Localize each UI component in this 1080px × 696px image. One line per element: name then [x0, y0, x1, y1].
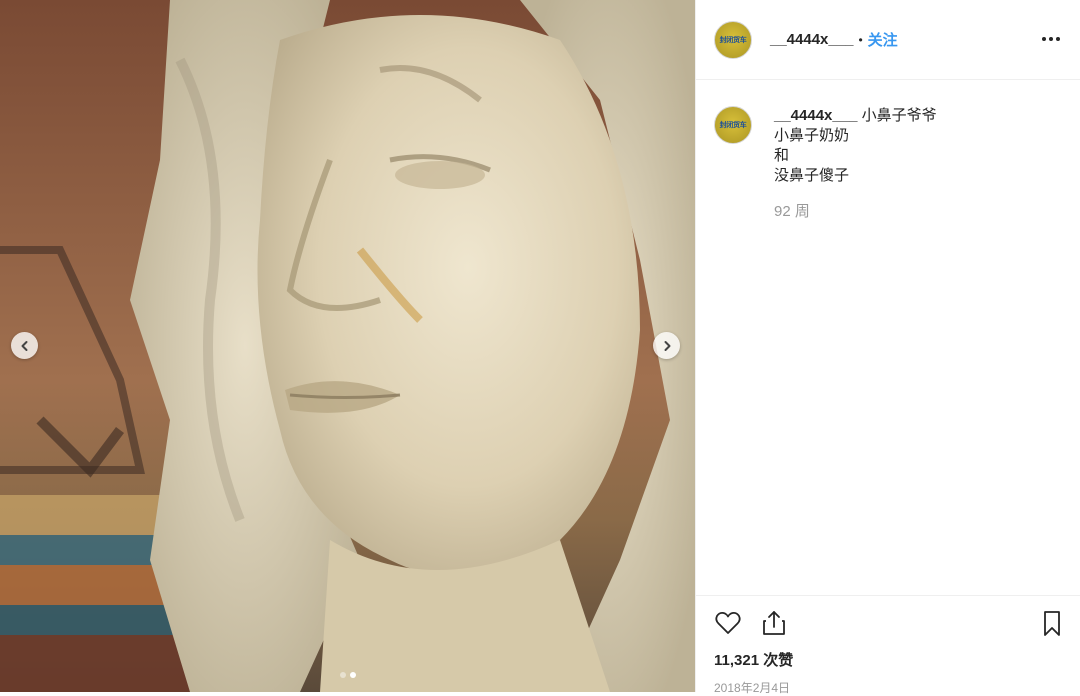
follow-button[interactable]: 关注 — [868, 29, 898, 50]
author-username[interactable]: __4444x___ — [770, 31, 853, 48]
caption-line-4: 没鼻子傻子 — [774, 167, 850, 184]
sculpture-image — [0, 0, 695, 692]
chevron-left-icon — [21, 340, 27, 351]
likes-count[interactable]: 11,321 次赞 — [696, 649, 1080, 670]
share-button[interactable] — [759, 608, 789, 638]
caption-avatar-text: 封闭货车 — [719, 121, 747, 129]
carousel-indicator — [0, 672, 695, 678]
separator-dot: • — [858, 32, 863, 47]
post-photo[interactable] — [0, 0, 695, 692]
caption-comment: 封闭货车 __4444x___ 小鼻子爷爷 小鼻子奶奶 和 没鼻子傻子 92 周 — [714, 106, 1062, 222]
caption-time[interactable]: 92 周 — [774, 202, 937, 222]
post-header: 封闭货车 __4444x___ • 关注 — [696, 0, 1080, 80]
carousel-dot — [339, 672, 346, 678]
comments-section: 封闭货车 __4444x___ 小鼻子爷爷 小鼻子奶奶 和 没鼻子傻子 92 周 — [696, 80, 1080, 222]
chevron-right-icon — [664, 340, 670, 351]
post-side-panel: 封闭货车 __4444x___ • 关注 封闭货车 __4444x___ 小鼻子… — [695, 0, 1080, 695]
caption-line-1: 小鼻子爷爷 — [861, 107, 937, 124]
carousel-next-button[interactable] — [653, 332, 680, 359]
caption-username[interactable]: __4444x___ — [774, 107, 857, 124]
like-button[interactable] — [713, 608, 743, 638]
bookmark-icon — [1044, 611, 1060, 636]
caption-body: __4444x___ 小鼻子爷爷 小鼻子奶奶 和 没鼻子傻子 92 周 — [774, 106, 937, 222]
carousel-dot — [349, 672, 356, 678]
post-date[interactable]: 2018年2月4日 — [696, 679, 1080, 696]
actions-area: 11,321 次赞 2018年2月4日 — [696, 595, 1080, 695]
heart-icon — [715, 612, 741, 634]
avatar-text: 封闭货车 — [719, 35, 747, 44]
caption-avatar[interactable]: 封闭货车 — [714, 106, 752, 144]
action-icons-row — [696, 596, 1080, 646]
caption-line-2: 小鼻子奶奶 — [774, 127, 850, 144]
avatar[interactable]: 封闭货车 — [714, 20, 752, 59]
share-icon — [763, 611, 785, 635]
more-options-button[interactable] — [1040, 28, 1062, 50]
save-button[interactable] — [1037, 608, 1067, 638]
carousel-prev-button[interactable] — [11, 332, 38, 359]
caption-line-3: 和 — [774, 147, 790, 164]
more-options-icon — [1042, 37, 1060, 41]
